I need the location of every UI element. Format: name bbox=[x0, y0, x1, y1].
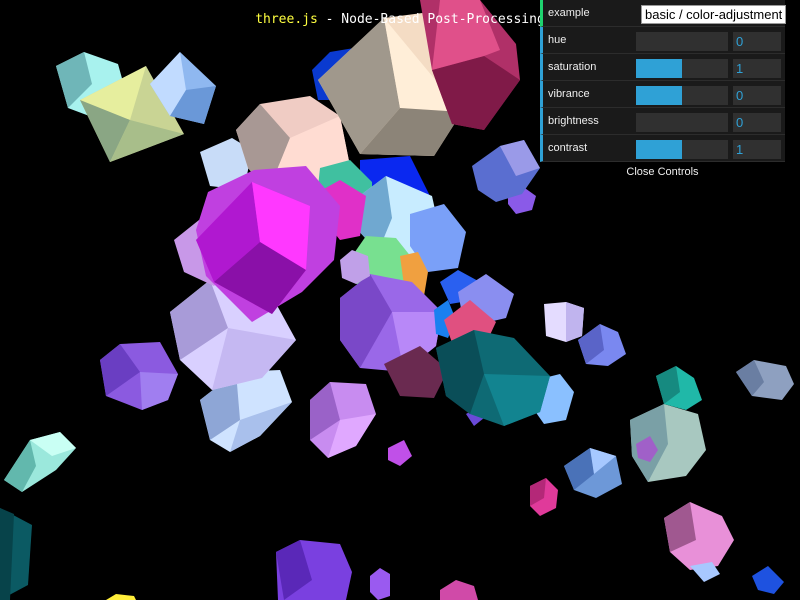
vibrance-number-input[interactable]: 0 bbox=[733, 86, 781, 105]
control-row-vibrance: vibrance 0 bbox=[540, 81, 785, 108]
saturation-slider-fill bbox=[636, 59, 682, 78]
saturation-slider[interactable] bbox=[636, 59, 728, 78]
control-row-saturation: saturation 1 bbox=[540, 54, 785, 81]
example-row: example basic / color-adjustment bbox=[540, 0, 786, 27]
brightness-label: brightness bbox=[548, 115, 599, 127]
control-row-hue: hue 0 bbox=[540, 27, 785, 54]
threejs-link[interactable]: three.js bbox=[255, 12, 318, 27]
polyhedron bbox=[4, 432, 76, 492]
polyhedron bbox=[564, 448, 622, 498]
polyhedron bbox=[0, 508, 32, 600]
polyhedron bbox=[100, 342, 178, 410]
polyhedron bbox=[544, 302, 584, 342]
polyhedron bbox=[578, 324, 626, 366]
close-controls-button[interactable]: Close Controls bbox=[540, 162, 785, 182]
example-label: example bbox=[548, 7, 590, 19]
contrast-slider-fill bbox=[636, 140, 682, 159]
contrast-number-input[interactable]: 1 bbox=[733, 140, 781, 159]
example-select[interactable]: basic / color-adjustment bbox=[641, 5, 786, 24]
vibrance-slider-fill bbox=[636, 86, 682, 105]
control-row-brightness: brightness 0 bbox=[540, 108, 785, 135]
polyhedron bbox=[388, 440, 412, 466]
contrast-slider[interactable] bbox=[636, 140, 728, 159]
hue-label: hue bbox=[548, 34, 567, 46]
polyhedron bbox=[440, 580, 478, 600]
saturation-label: saturation bbox=[548, 61, 597, 73]
controls-list: hue 0 saturation 1 vibrance 0 brightness 0 contr… bbox=[540, 27, 785, 162]
vibrance-label: vibrance bbox=[548, 88, 590, 100]
brightness-slider[interactable] bbox=[636, 113, 728, 132]
saturation-number-input[interactable]: 1 bbox=[733, 59, 781, 78]
polyhedron bbox=[106, 594, 136, 600]
polyhedron bbox=[664, 502, 734, 570]
polyhedron bbox=[310, 382, 376, 458]
polyhedron bbox=[530, 478, 558, 516]
polyhedron bbox=[752, 566, 784, 594]
polyhedron bbox=[436, 330, 550, 426]
polyhedron bbox=[736, 360, 794, 400]
title-text: - Node-Based Post-Processing bbox=[317, 12, 545, 27]
control-row-contrast: contrast 1 bbox=[540, 135, 785, 162]
hue-slider[interactable] bbox=[636, 32, 728, 51]
polyhedron bbox=[370, 568, 390, 600]
contrast-label: contrast bbox=[548, 142, 588, 154]
gui-panel: example basic / color-adjustment hue 0 sat… bbox=[540, 0, 786, 182]
polyhedron bbox=[276, 540, 352, 600]
vibrance-slider[interactable] bbox=[636, 86, 728, 105]
hue-number-input[interactable]: 0 bbox=[733, 32, 781, 51]
polyhedron bbox=[656, 366, 702, 410]
brightness-number-input[interactable]: 0 bbox=[733, 113, 781, 132]
